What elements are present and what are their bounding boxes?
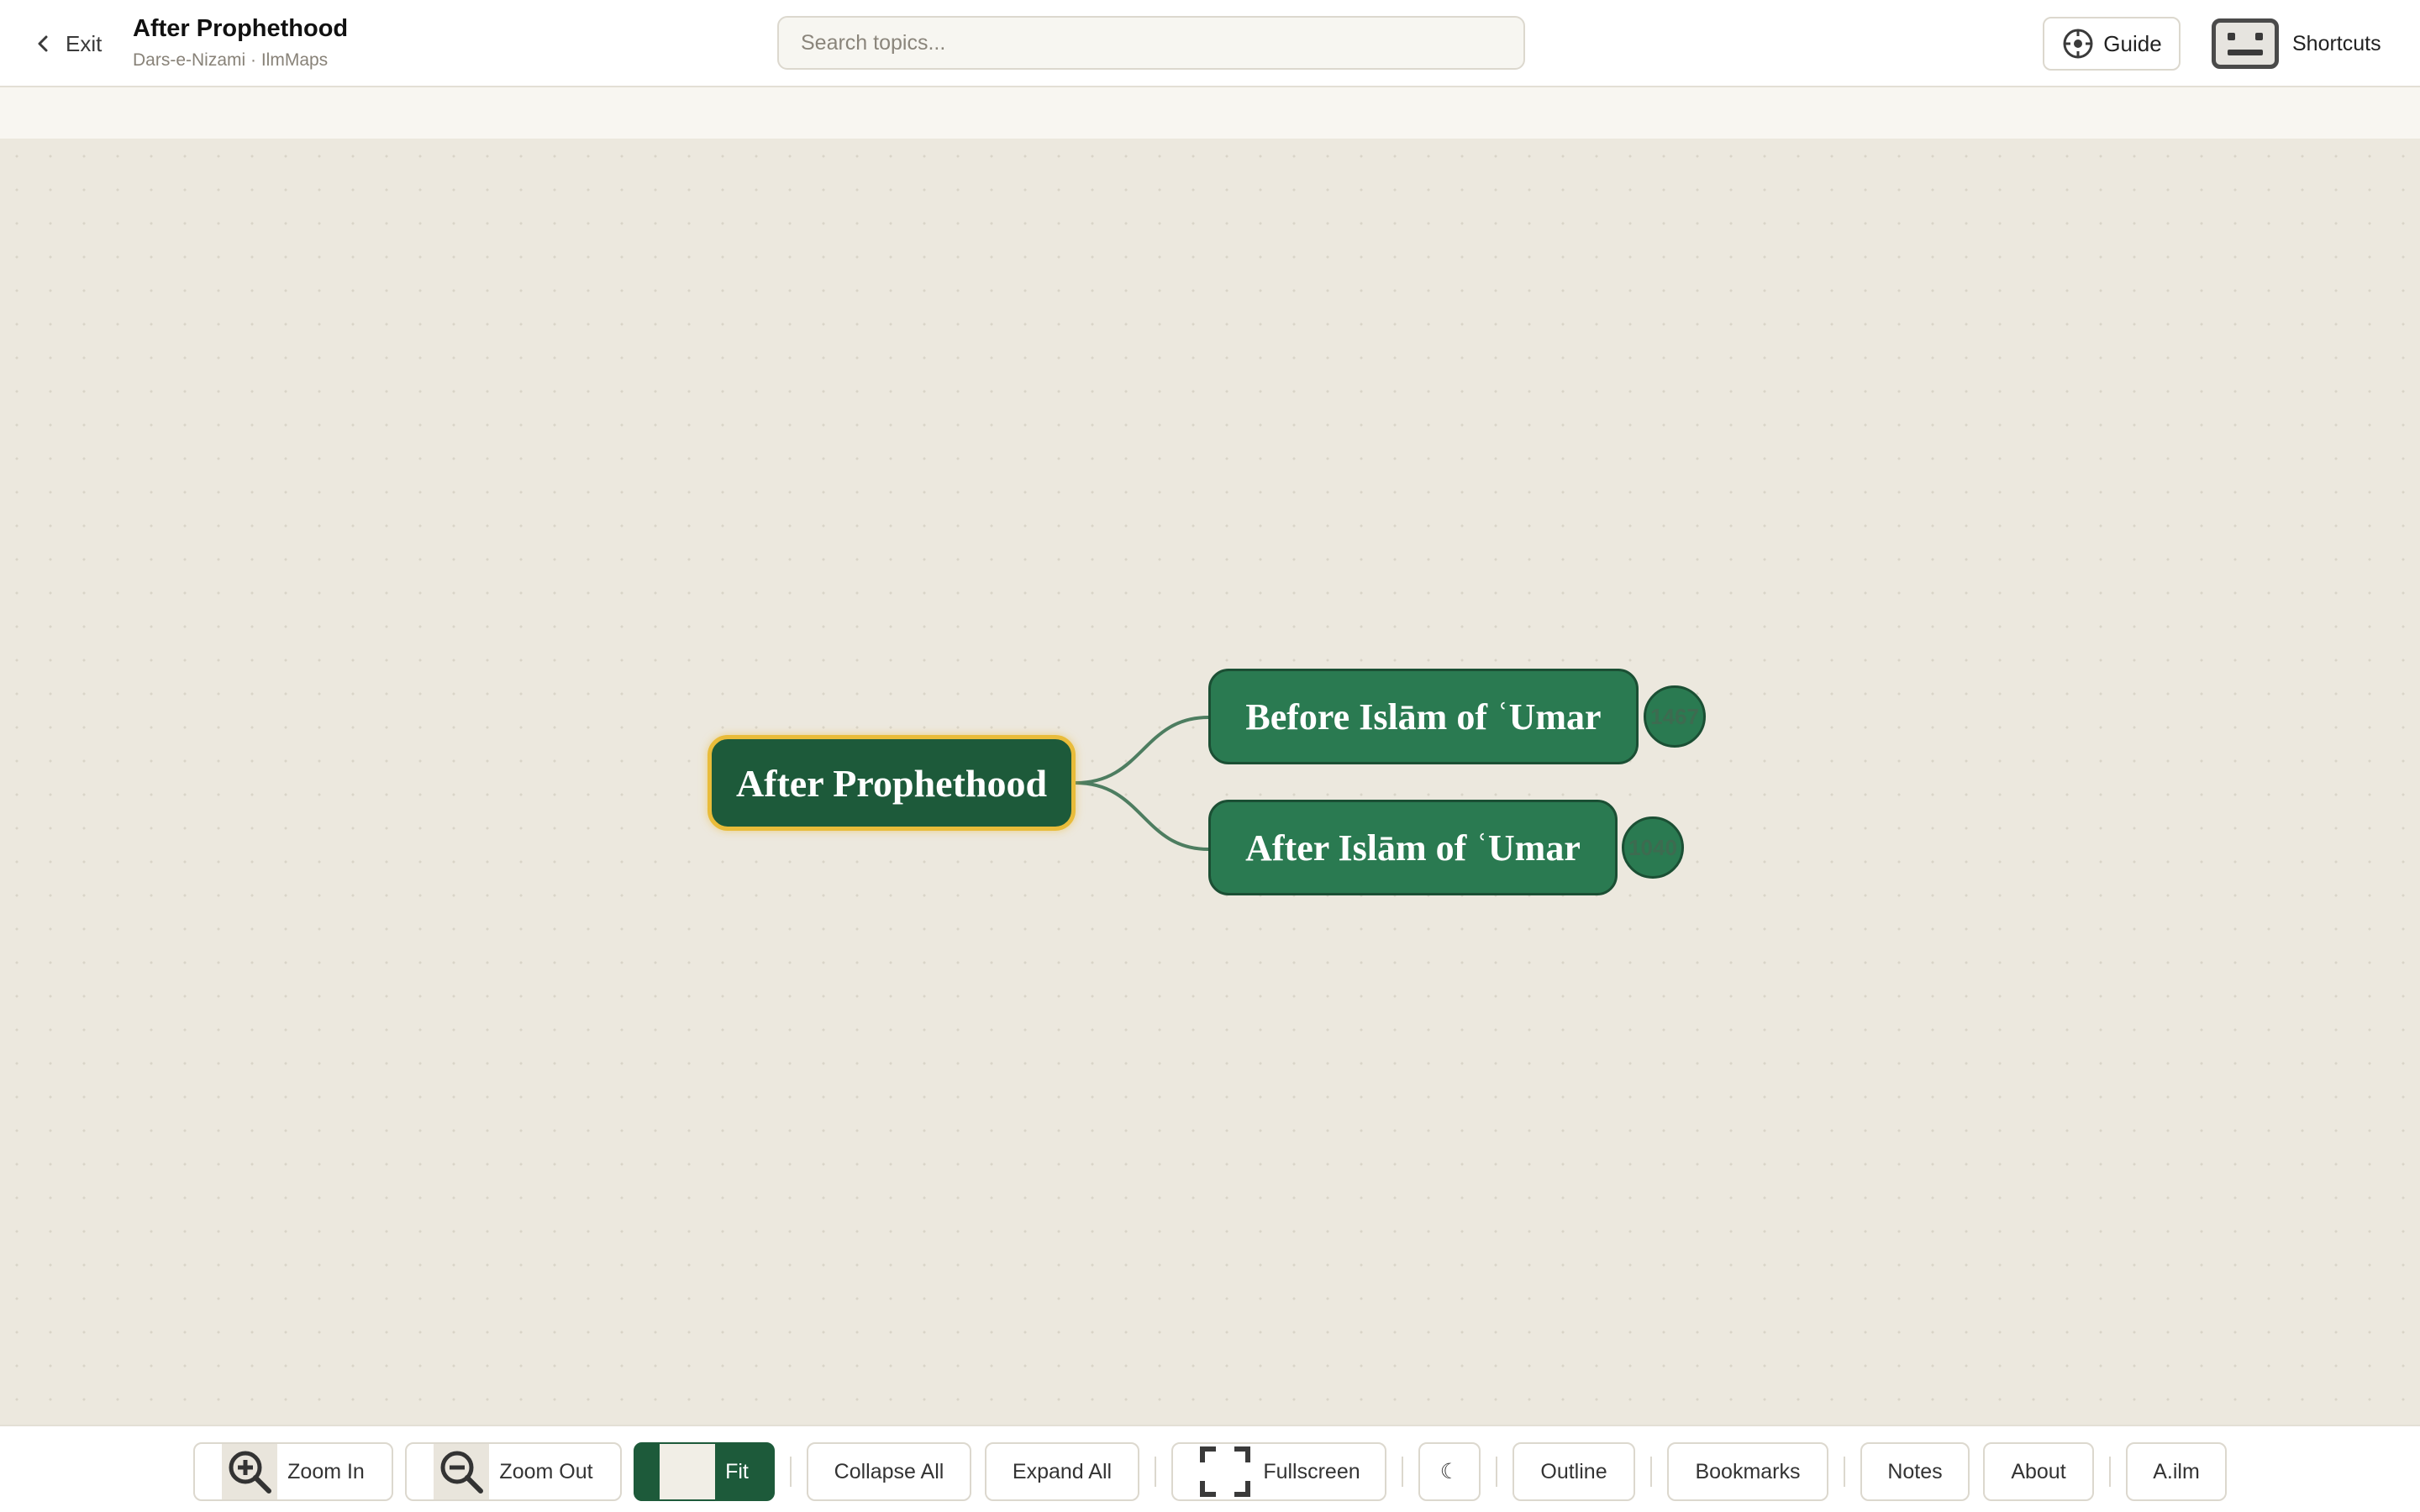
mindmap-root-node[interactable]: After Prophethood: [708, 735, 1076, 831]
zoom-out-button[interactable]: Zoom Out: [405, 1442, 622, 1501]
notes-label: Notes: [1887, 1459, 1943, 1483]
collapse-all-button[interactable]: Collapse All: [807, 1442, 971, 1501]
exit-label: Exit: [66, 30, 103, 56]
node-count-badge[interactable]: 1040: [1622, 816, 1684, 879]
shortcuts-label: Shortcuts: [2292, 31, 2381, 55]
zoom-in-icon: [222, 1444, 278, 1499]
compass-icon: [2063, 29, 2093, 59]
zoom-out-icon: [434, 1444, 490, 1499]
theme-toggle-button[interactable]: ☾: [1418, 1442, 1481, 1501]
mindmap-node-after-islam-of-umar[interactable]: After Islām of ʿUmar: [1208, 800, 1618, 895]
shortcuts-button[interactable]: Shortcuts: [2212, 17, 2381, 71]
mindmap-edges: [1075, 716, 1209, 851]
outline-label: Outline: [1540, 1459, 1607, 1483]
mindmap-node-before-islam-of-umar[interactable]: Before Islām of ʿUmar: [1208, 669, 1639, 764]
search-input[interactable]: [777, 16, 1525, 70]
top-bar: Exit After Prophethood Dars-e-Nizami · I…: [0, 0, 2420, 87]
ailm-button[interactable]: A.ilm: [2126, 1442, 2227, 1501]
collapse-all-label: Collapse All: [834, 1459, 944, 1483]
bookmarks-label: Bookmarks: [1695, 1459, 1801, 1483]
bottom-toolbar: Zoom In Zoom Out Fit Collapse All Expand…: [0, 1425, 2420, 1512]
ailm-label: A.ilm: [2153, 1459, 2200, 1483]
toolbar-divider: [1496, 1457, 1497, 1487]
bookmarks-button[interactable]: Bookmarks: [1667, 1442, 1828, 1501]
node-label: After Islām of ʿUmar: [1245, 827, 1581, 869]
notes-button[interactable]: Notes: [1860, 1442, 1970, 1501]
fit-label: Fit: [725, 1459, 749, 1483]
fullscreen-button[interactable]: Fullscreen: [1171, 1442, 1386, 1501]
about-button[interactable]: About: [1983, 1442, 2094, 1501]
keyboard-icon: [2212, 18, 2279, 69]
zoom-out-label: Zoom Out: [499, 1459, 593, 1483]
badge-count: 1467: [1650, 703, 1699, 729]
fit-button[interactable]: Fit: [634, 1442, 775, 1501]
toolbar-divider: [2109, 1457, 2111, 1487]
guide-button[interactable]: Guide: [2043, 17, 2181, 71]
page-title: After Prophethood: [133, 15, 349, 42]
toolbar-divider: [1650, 1457, 1652, 1487]
mindmap-canvas[interactable]: After Prophethood Before Islām of ʿUmar …: [0, 139, 2420, 1425]
toolbar-divider: [1844, 1457, 1845, 1487]
page-subtitle: Dars-e-Nizami · IlmMaps: [133, 50, 329, 70]
expand-all-label: Expand All: [1012, 1459, 1113, 1483]
fullscreen-label: Fullscreen: [1263, 1459, 1360, 1483]
fullscreen-icon: [1200, 1446, 1251, 1497]
fit-icon: [660, 1444, 716, 1499]
zoom-in-label: Zoom In: [287, 1459, 365, 1483]
node-count-badge[interactable]: 1467: [1644, 685, 1706, 748]
edge-root-child-2: [1075, 781, 1209, 851]
about-label: About: [2011, 1459, 2066, 1483]
toolbar-divider: [1402, 1457, 1403, 1487]
toolbar-divider: [790, 1457, 792, 1487]
guide-label: Guide: [2103, 30, 2162, 56]
expand-all-button[interactable]: Expand All: [985, 1442, 1139, 1501]
zoom-in-button[interactable]: Zoom In: [193, 1442, 393, 1501]
toolbar-divider: [1155, 1457, 1156, 1487]
node-label: Before Islām of ʿUmar: [1245, 696, 1602, 738]
secondary-toolbar-strip: [0, 87, 2420, 139]
edge-root-child-1: [1075, 716, 1209, 785]
outline-button[interactable]: Outline: [1512, 1442, 1635, 1501]
exit-button[interactable]: Exit: [34, 27, 102, 60]
root-node-label: After Prophethood: [735, 761, 1048, 805]
badge-count: 1040: [1628, 834, 1677, 860]
moon-icon: ☾: [1439, 1460, 1460, 1483]
chevron-left-icon: [38, 35, 48, 52]
